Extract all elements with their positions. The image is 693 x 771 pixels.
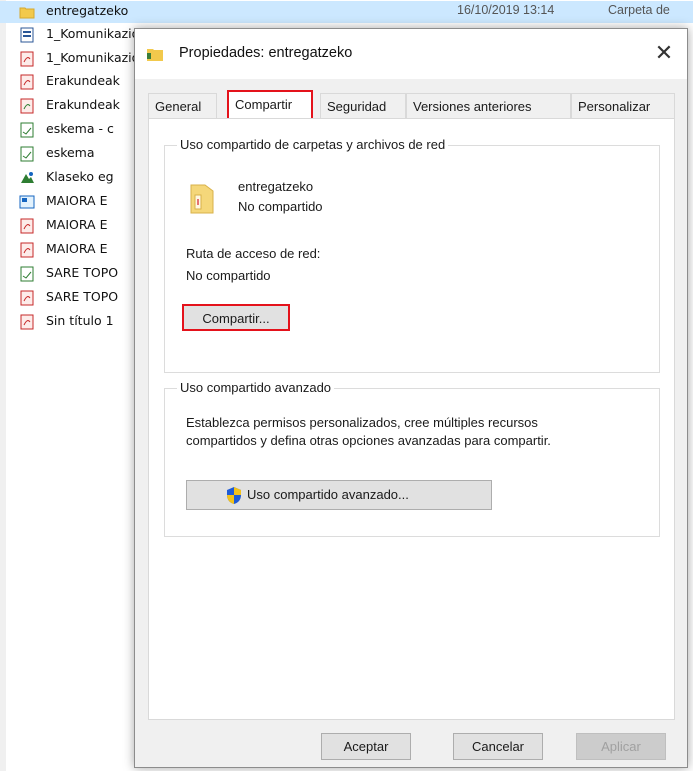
file-name: Sin título 1 bbox=[46, 313, 114, 328]
file-name: MAIORA E bbox=[46, 193, 108, 208]
network-path-value: No compartido bbox=[186, 268, 271, 283]
tab-versiones-anteriores[interactable]: Versiones anteriores bbox=[406, 93, 571, 118]
network-path-label: Ruta de acceso de red: bbox=[186, 246, 321, 261]
tab-strip: General Compartir Seguridad Versiones an… bbox=[148, 90, 678, 119]
folder-icon bbox=[190, 184, 214, 214]
tab-compartir[interactable]: Compartir bbox=[227, 90, 313, 119]
pdf-icon bbox=[20, 98, 34, 114]
properties-dialog: Propiedades: entregatzeko ✕ General Comp… bbox=[134, 28, 688, 768]
advanced-sharing-group: Uso compartido avanzado Establezca permi… bbox=[164, 380, 660, 537]
file-name: 1_Komunikazio bbox=[46, 26, 140, 41]
pdf-icon bbox=[20, 74, 34, 90]
advanced-sharing-label: Uso compartido avanzado... bbox=[247, 487, 409, 502]
tab-panel-compartir: Uso compartido de carpetas y archivos de… bbox=[148, 118, 675, 720]
advanced-description-line2: compartidos y defina otras opciones avan… bbox=[186, 433, 551, 448]
tab-seguridad[interactable]: Seguridad bbox=[320, 93, 406, 118]
dialog-title: Propiedades: entregatzeko bbox=[179, 45, 353, 61]
file-name: MAIORA E bbox=[46, 241, 108, 256]
file-name: Erakundeak bbox=[46, 97, 120, 112]
group-title: Uso compartido avanzado bbox=[177, 380, 335, 395]
folder-icon bbox=[19, 7, 35, 19]
file-name: SARE TOPO bbox=[46, 265, 119, 280]
advanced-description-line1: Establezca permisos personalizados, cree… bbox=[186, 415, 538, 430]
apply-button[interactable]: Aplicar bbox=[576, 733, 666, 760]
advanced-sharing-button[interactable]: Uso compartido avanzado... bbox=[186, 480, 492, 510]
shield-icon bbox=[227, 487, 241, 504]
pdf-icon bbox=[20, 314, 34, 330]
document-icon bbox=[20, 266, 34, 282]
file-name: entregatzeko bbox=[46, 3, 129, 18]
network-sharing-group: Uso compartido de carpetas y archivos de… bbox=[164, 137, 660, 373]
ok-button[interactable]: Aceptar bbox=[321, 733, 411, 760]
tab-general[interactable]: General bbox=[148, 93, 217, 118]
group-title: Uso compartido de carpetas y archivos de… bbox=[177, 137, 449, 152]
pdf-icon bbox=[20, 290, 34, 306]
file-name: 1_Komunikazio bbox=[46, 50, 140, 65]
pdf-icon bbox=[20, 218, 34, 234]
document-icon bbox=[20, 122, 34, 138]
folder-share-status: No compartido bbox=[238, 199, 323, 214]
file-name: Klaseko eg bbox=[46, 169, 114, 184]
file-name: SARE TOPO bbox=[46, 289, 119, 304]
file-name: eskema bbox=[46, 145, 95, 160]
file-name: MAIORA E bbox=[46, 217, 108, 232]
document-icon bbox=[20, 27, 34, 43]
cancel-button[interactable]: Cancelar bbox=[453, 733, 543, 760]
file-type: Carpeta de bbox=[608, 3, 670, 17]
pdf-icon bbox=[20, 242, 34, 258]
file-row[interactable]: entregatzeko 16/10/2019 13:14 Carpeta de bbox=[0, 1, 693, 23]
share-button[interactable]: Compartir... bbox=[182, 304, 290, 331]
file-date: 16/10/2019 13:14 bbox=[457, 3, 555, 17]
close-icon[interactable]: ✕ bbox=[649, 39, 679, 69]
document-icon bbox=[20, 146, 34, 162]
image-icon bbox=[21, 172, 34, 183]
pdf-icon bbox=[20, 51, 34, 67]
folder-icon bbox=[147, 49, 163, 61]
tab-personalizar[interactable]: Personalizar bbox=[571, 93, 675, 118]
document-icon bbox=[19, 195, 35, 209]
folder-name: entregatzeko bbox=[238, 179, 314, 194]
file-name: Erakundeak bbox=[46, 73, 120, 88]
dialog-titlebar[interactable]: Propiedades: entregatzeko ✕ bbox=[135, 29, 687, 79]
file-name: eskema - c bbox=[46, 121, 114, 136]
